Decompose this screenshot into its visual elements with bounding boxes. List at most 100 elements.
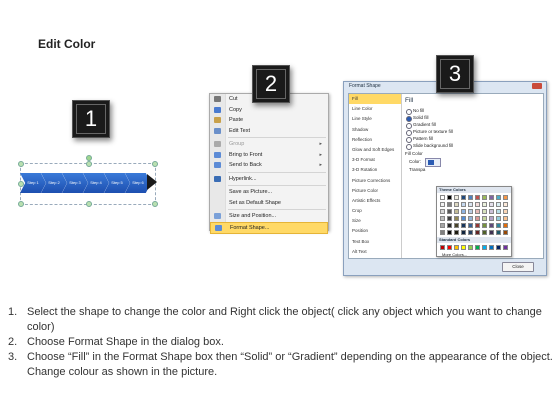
color-swatch[interactable]	[482, 216, 487, 221]
selection-handle[interactable]	[18, 201, 24, 207]
radio-solid-fill[interactable]: Solid fill	[405, 114, 539, 122]
menu-item-hyperlink[interactable]: Hyperlink...	[210, 174, 328, 185]
color-swatch[interactable]	[454, 202, 459, 207]
color-swatch[interactable]	[503, 202, 508, 207]
color-swatch[interactable]	[447, 223, 452, 228]
color-swatch[interactable]	[440, 202, 445, 207]
process-arrow-shape[interactable]: Step 1 Step 2 Step 3 Step 4 Step 5 Step 6	[20, 168, 160, 198]
color-swatch[interactable]	[489, 230, 494, 235]
color-swatch[interactable]	[475, 230, 480, 235]
color-swatch[interactable]	[482, 202, 487, 207]
color-swatch[interactable]	[496, 202, 501, 207]
color-swatch[interactable]	[440, 195, 445, 200]
color-swatch[interactable]	[475, 209, 480, 214]
nav-item-size[interactable]: Size	[349, 216, 401, 226]
color-swatch[interactable]	[447, 209, 452, 214]
color-swatch[interactable]	[482, 230, 487, 235]
process-step-chevron[interactable]: Step 1	[20, 173, 46, 193]
color-swatch[interactable]	[468, 195, 473, 200]
color-swatch[interactable]	[496, 230, 501, 235]
color-swatch[interactable]	[461, 230, 466, 235]
color-swatch[interactable]	[461, 216, 466, 221]
color-swatch[interactable]	[489, 223, 494, 228]
color-swatch[interactable]	[468, 209, 473, 214]
color-swatch[interactable]	[461, 245, 466, 250]
color-swatch[interactable]	[489, 202, 494, 207]
color-swatch[interactable]	[461, 223, 466, 228]
radio-slide-background-fill[interactable]: Slide background fill	[405, 142, 539, 150]
color-swatch[interactable]	[475, 195, 480, 200]
color-swatch[interactable]	[447, 230, 452, 235]
color-swatch[interactable]	[503, 195, 508, 200]
color-swatch[interactable]	[503, 216, 508, 221]
color-swatch[interactable]	[447, 195, 452, 200]
selection-handle[interactable]	[152, 161, 158, 167]
color-swatch[interactable]	[475, 223, 480, 228]
nav-item-line-color[interactable]: Line Color	[349, 104, 401, 114]
color-swatch[interactable]	[496, 209, 501, 214]
nav-item-glow-and-soft-edges[interactable]: Glow and Soft Edges	[349, 145, 401, 155]
color-swatch[interactable]	[503, 230, 508, 235]
nav-item-artistic-effects[interactable]: Artistic Effects	[349, 196, 401, 206]
menu-item-send-to-back[interactable]: Send to Back ▸	[210, 160, 328, 171]
nav-item-alt-text[interactable]: Alt Text	[349, 247, 401, 257]
color-swatch[interactable]	[503, 209, 508, 214]
menu-item-paste[interactable]: Paste	[210, 115, 328, 126]
nav-item-text-box[interactable]: Text Box	[349, 237, 401, 247]
color-swatch[interactable]	[454, 223, 459, 228]
color-swatch[interactable]	[461, 202, 466, 207]
menu-item-save-as-picture[interactable]: Save as Picture...	[210, 187, 328, 198]
color-swatch[interactable]	[440, 216, 445, 221]
color-swatch[interactable]	[489, 209, 494, 214]
color-swatch[interactable]	[489, 245, 494, 250]
menu-item-edit-text[interactable]: Edit Text	[210, 126, 328, 137]
nav-item-shadow[interactable]: Shadow	[349, 125, 401, 135]
nav-item-crop[interactable]: Crop	[349, 206, 401, 216]
color-swatch[interactable]	[454, 209, 459, 214]
selection-handle[interactable]	[18, 161, 24, 167]
radio-pattern-fill[interactable]: Pattern fill	[405, 135, 539, 143]
dialog-close-icon[interactable]	[532, 83, 542, 89]
nav-item-picture-corrections[interactable]: Picture Corrections	[349, 176, 401, 186]
color-swatch[interactable]	[496, 216, 501, 221]
color-swatch[interactable]	[468, 230, 473, 235]
radio-picture-or-texture-fill[interactable]: Picture or texture fill	[405, 128, 539, 136]
radio-gradient-fill[interactable]: Gradient fill	[405, 121, 539, 129]
color-swatch[interactable]	[482, 223, 487, 228]
selection-handle[interactable]	[152, 201, 158, 207]
color-swatch[interactable]	[496, 245, 501, 250]
color-swatch[interactable]	[440, 209, 445, 214]
color-picker-button[interactable]	[425, 158, 441, 167]
color-swatch[interactable]	[440, 223, 445, 228]
nav-item-3-d-format[interactable]: 3-D Format	[349, 155, 401, 165]
menu-item-size-and-position[interactable]: Size and Position...	[210, 211, 328, 222]
nav-item-reflection[interactable]: Reflection	[349, 135, 401, 145]
selection-handle[interactable]	[86, 161, 92, 167]
radio-no-fill[interactable]: No fill	[405, 107, 539, 115]
menu-item-bring-to-front[interactable]: Bring to Front ▸	[210, 150, 328, 161]
nav-item-fill[interactable]: Fill	[349, 94, 401, 105]
nav-item-picture-color[interactable]: Picture Color	[349, 186, 401, 196]
more-colors-item[interactable]: More Colors...	[437, 252, 511, 258]
color-swatch[interactable]	[482, 195, 487, 200]
menu-item-format-shape[interactable]: Format Shape...	[210, 221, 328, 234]
color-swatch[interactable]	[496, 195, 501, 200]
color-swatch[interactable]	[482, 209, 487, 214]
menu-item-group[interactable]: Group ▸	[210, 139, 328, 150]
color-swatch[interactable]	[489, 195, 494, 200]
color-swatch[interactable]	[447, 216, 452, 221]
color-swatch[interactable]	[496, 223, 501, 228]
color-swatch[interactable]	[482, 245, 487, 250]
color-swatch[interactable]	[454, 195, 459, 200]
color-swatch[interactable]	[468, 223, 473, 228]
color-swatch[interactable]	[454, 216, 459, 221]
color-swatch[interactable]	[447, 245, 452, 250]
color-swatch[interactable]	[468, 216, 473, 221]
color-swatch[interactable]	[461, 195, 466, 200]
color-swatch[interactable]	[461, 209, 466, 214]
menu-item-copy[interactable]: Copy	[210, 105, 328, 116]
menu-item-set-as-default-shape[interactable]: Set as Default Shape	[210, 198, 328, 209]
rotation-handle[interactable]	[86, 155, 92, 161]
color-swatch[interactable]	[468, 245, 473, 250]
nav-item-line-style[interactable]: Line Style	[349, 114, 401, 124]
